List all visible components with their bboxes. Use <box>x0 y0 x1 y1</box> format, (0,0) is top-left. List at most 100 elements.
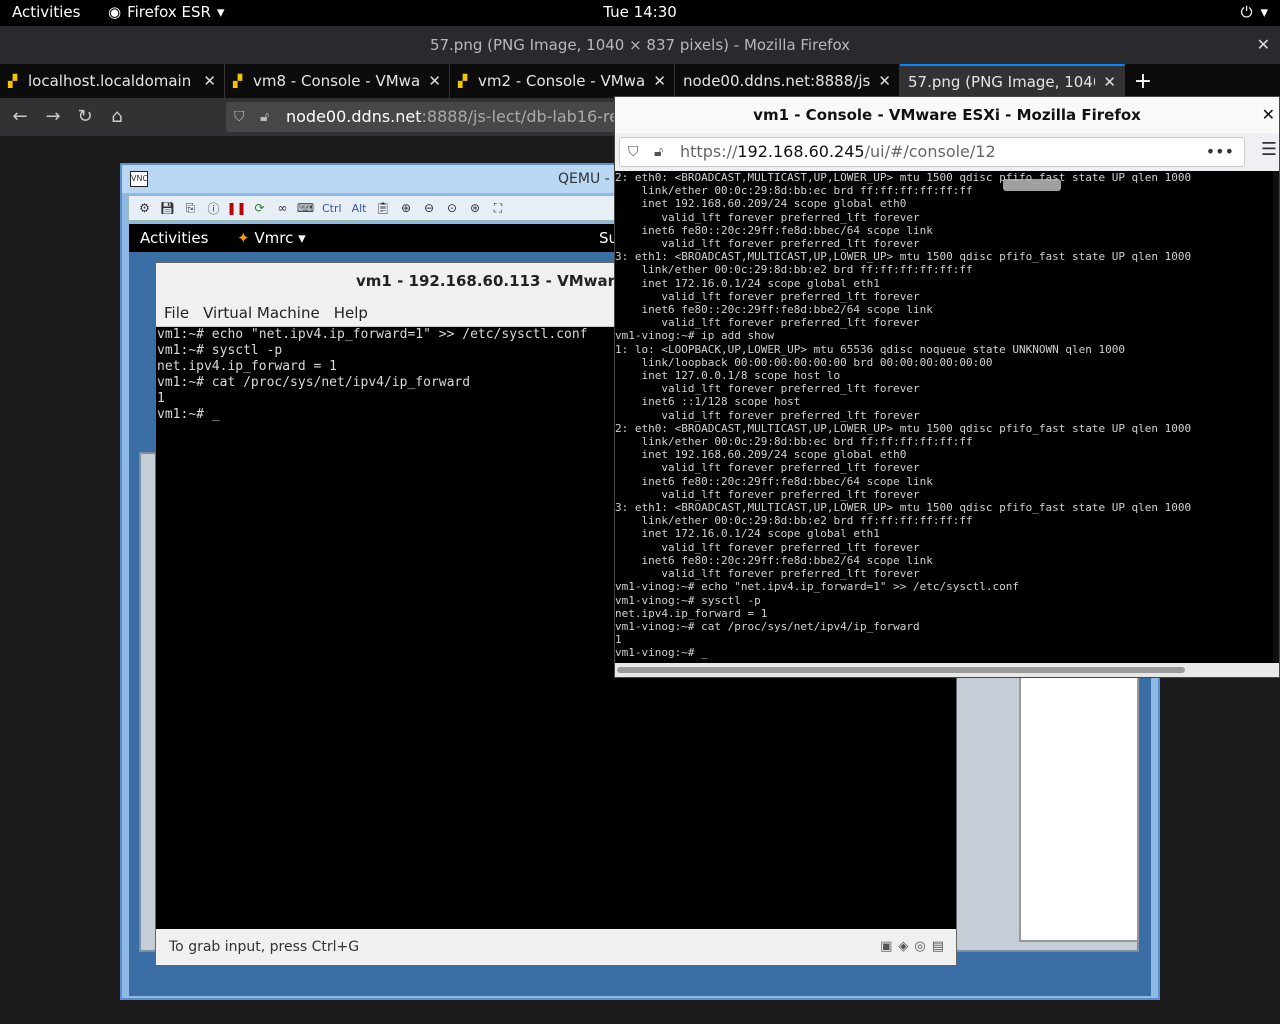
terminal-line: link/ether 00:0c:29:8d:bb:ec brd ff:ff:f… <box>615 184 973 198</box>
menu-file: File <box>164 303 190 322</box>
popup-url-bar[interactable]: ⛉ 🔓︎ https://192.168.60.245/ui/#/console… <box>619 137 1245 167</box>
clipboard-icon: 📋︎ <box>375 201 391 215</box>
terminal-line: inet 192.168.60.209/24 scope global eth0 <box>615 448 907 462</box>
vmrc-statusbar: To grab input, press Ctrl+G ▣ ◈ ◎ ▤ <box>156 929 956 965</box>
terminal-line: 2: eth0: <BROADCAST,MULTICAST,UP,LOWER_U… <box>615 171 1192 184</box>
app-menu[interactable]: ◉ Firefox ESR ▾ <box>108 3 224 21</box>
new-tab-button[interactable]: + <box>1125 64 1161 98</box>
terminal-line: inet6 fe80::20c:29ff:fe8d:bbe2/64 scope … <box>615 303 933 317</box>
system-menu[interactable]: ⏻ ▾ <box>1241 3 1268 21</box>
firefox-titlebar: 57.png (PNG Image, 1040 × 837 pixels) - … <box>0 26 1280 64</box>
console-popup-window: vm1 - Console - VMware ESXi - Mozilla Fi… <box>614 96 1280 678</box>
terminal-line: valid_lft forever preferred_lft forever <box>615 408 920 422</box>
terminal-line: inet6 ::1/128 scope host <box>615 395 801 409</box>
forward-icon[interactable]: → <box>41 105 65 129</box>
terminal-line: link/ether 00:0c:29:8d:bb:ec brd ff:ff:f… <box>615 435 973 449</box>
menu-help: Help <box>333 303 368 322</box>
horizontal-scrollbar[interactable] <box>615 663 1279 677</box>
close-tab-icon[interactable]: ✕ <box>878 72 891 90</box>
close-tab-icon[interactable]: ✕ <box>428 72 441 90</box>
tab-label: 57.png (PNG Image, 1040 <box>908 73 1096 91</box>
pause-icon: ❚❚ <box>226 201 247 215</box>
vmrc-title: vm1 - 192.168.60.113 - VMware <box>356 272 626 290</box>
terminal-line: 2: eth0: <BROADCAST,MULTICAST,UP,LOWER_U… <box>615 421 1192 435</box>
background-panel <box>1019 662 1139 942</box>
window-title: 57.png (PNG Image, 1040 × 837 pixels) - … <box>429 36 851 54</box>
terminal-line: inet6 fe80::20c:29ff:fe8d:bbec/64 scope … <box>615 223 933 237</box>
terminal-line: valid_lft forever preferred_lft forever <box>615 540 920 554</box>
save-icon: 💾︎ <box>159 201 176 215</box>
guest-app-label: Vmrc <box>254 229 294 247</box>
terminal-line: inet 172.16.0.1/24 scope global eth1 <box>615 527 880 541</box>
scrollbar-thumb[interactable] <box>617 667 1185 673</box>
fullscreen-icon: ⛶ <box>493 200 503 215</box>
vmware-favicon-icon: ▞ <box>458 74 468 88</box>
tab-label: localhost.localdomain <box>28 72 192 90</box>
url-scheme: https:// <box>680 142 738 161</box>
ctrl-key-label: Ctrl <box>322 201 342 215</box>
popup-navigation-bar: ⛉ 🔓︎ https://192.168.60.245/ui/#/console… <box>615 133 1279 171</box>
terminal-line: vm1-vinog:~# ip add show <box>615 329 774 343</box>
terminal-line: inet 192.168.60.209/24 scope global eth0 <box>615 197 907 211</box>
tab-vm2-console[interactable]: ▞ vm2 - Console - VMware ✕ <box>450 64 675 98</box>
vertical-scrollbar[interactable] <box>1273 171 1279 661</box>
terminal-line: valid_lft forever preferred_lft forever <box>615 487 920 501</box>
tab-node00[interactable]: node00.ddns.net:8888/js ✕ <box>675 64 900 98</box>
terminal-line: inet 172.16.0.1/24 scope global eth1 <box>615 276 880 290</box>
url-bar[interactable]: ⛉ 🔓︎ node00.ddns.net:8888/js-lect/db-lab… <box>226 102 626 132</box>
hamburger-menu-icon[interactable]: ☰ <box>1261 139 1277 160</box>
tab-localhost[interactable]: ▞ localhost.localdomain ✕ <box>0 64 225 98</box>
vnc-logo-icon: VNC <box>130 171 148 187</box>
url-path: /ui/#/console/12 <box>864 142 996 161</box>
terminal-line: 3: eth1: <BROADCAST,MULTICAST,UP,LOWER_U… <box>615 250 1192 264</box>
guest-app-menu: ✦ Vmrc ▾ <box>237 229 306 247</box>
terminal-line: valid_lft forever preferred_lft forever <box>615 289 920 303</box>
close-tab-icon[interactable]: ✕ <box>203 72 216 90</box>
activities-button[interactable]: Activities <box>12 3 80 21</box>
vmrc-icon: ✦ <box>237 229 250 247</box>
qemu-title: QEMU - <box>558 171 610 187</box>
console-grab-handle[interactable] <box>1003 179 1061 191</box>
terminal-line: valid_lft forever preferred_lft forever <box>615 461 920 475</box>
refresh-icon: ⟳ <box>254 201 265 215</box>
tab-vm8-console[interactable]: ▞ vm8 - Console - VMware ✕ <box>225 64 450 98</box>
close-icon[interactable]: ✕ <box>1262 97 1275 133</box>
tab-label: vm8 - Console - VMware <box>253 72 421 90</box>
tab-57-png[interactable]: 57.png (PNG Image, 1040 ✕ <box>900 64 1125 98</box>
insecure-lock-icon[interactable]: 🔓︎ <box>260 102 269 132</box>
terminal-line: vm1-vinog:~# cat /proc/sys/net/ipv4/ip_f… <box>615 619 920 633</box>
terminal-line: valid_lft forever preferred_lft forever <box>615 382 920 396</box>
terminal-line: 3: eth1: <BROADCAST,MULTICAST,UP,LOWER_U… <box>615 501 1192 515</box>
close-tab-icon[interactable]: ✕ <box>653 72 666 90</box>
terminal-line: valid_lft forever preferred_lft forever <box>615 210 920 224</box>
home-icon[interactable]: ⌂ <box>105 105 129 129</box>
shield-icon[interactable]: ⛉ <box>628 138 639 166</box>
url-path: :8888/js-lect/db-lab16-res <box>421 107 626 126</box>
terminal-line: valid_lft forever preferred_lft forever <box>615 237 920 251</box>
close-tab-icon[interactable]: ✕ <box>1103 73 1116 91</box>
terminal-line: vm1-vinog:~# _ <box>615 646 708 660</box>
insecure-lock-icon[interactable]: 🔓︎ <box>654 138 663 166</box>
terminal-line: vm1-vinog:~# echo "net.ipv4.ip_forward=1… <box>615 580 1019 594</box>
back-icon[interactable]: ← <box>8 105 32 129</box>
device-icon: ▣ <box>880 939 893 954</box>
terminal-line: net.ipv4.ip_forward = 1 <box>615 606 768 620</box>
zoom-in-icon: ⊕ <box>400 201 412 215</box>
reload-icon[interactable]: ↻ <box>73 105 97 129</box>
firefox-icon: ◉ <box>108 3 122 21</box>
close-icon[interactable]: ✕ <box>1257 26 1270 64</box>
vmware-favicon-icon: ▞ <box>233 74 243 88</box>
shield-icon[interactable]: ⛉ <box>234 102 245 132</box>
popup-titlebar: vm1 - Console - VMware ESXi - Mozilla Fi… <box>615 97 1279 133</box>
terminal-line: valid_lft forever preferred_lft forever <box>615 567 920 581</box>
options-icon: ⚙ <box>139 201 150 215</box>
esxi-console-terminal[interactable]: 2: eth0: <BROADCAST,MULTICAST,UP,LOWER_U… <box>615 171 1273 661</box>
zoom-reset-icon: ⊙ <box>446 201 458 215</box>
popup-title: vm1 - Console - VMware ESXi - Mozilla Fi… <box>753 106 1141 124</box>
page-actions-icon[interactable]: ••• <box>1206 138 1234 166</box>
terminal-line: vm1-vinog:~# sysctl -p <box>615 593 761 607</box>
terminal-line: link/ether 00:0c:29:8d:bb:e2 brd ff:ff:f… <box>615 263 973 277</box>
copy-icon: ⎘ <box>185 200 196 215</box>
clock[interactable]: Tue 14:30 <box>603 3 677 21</box>
zoom-fit-icon: ⊛ <box>469 201 481 215</box>
